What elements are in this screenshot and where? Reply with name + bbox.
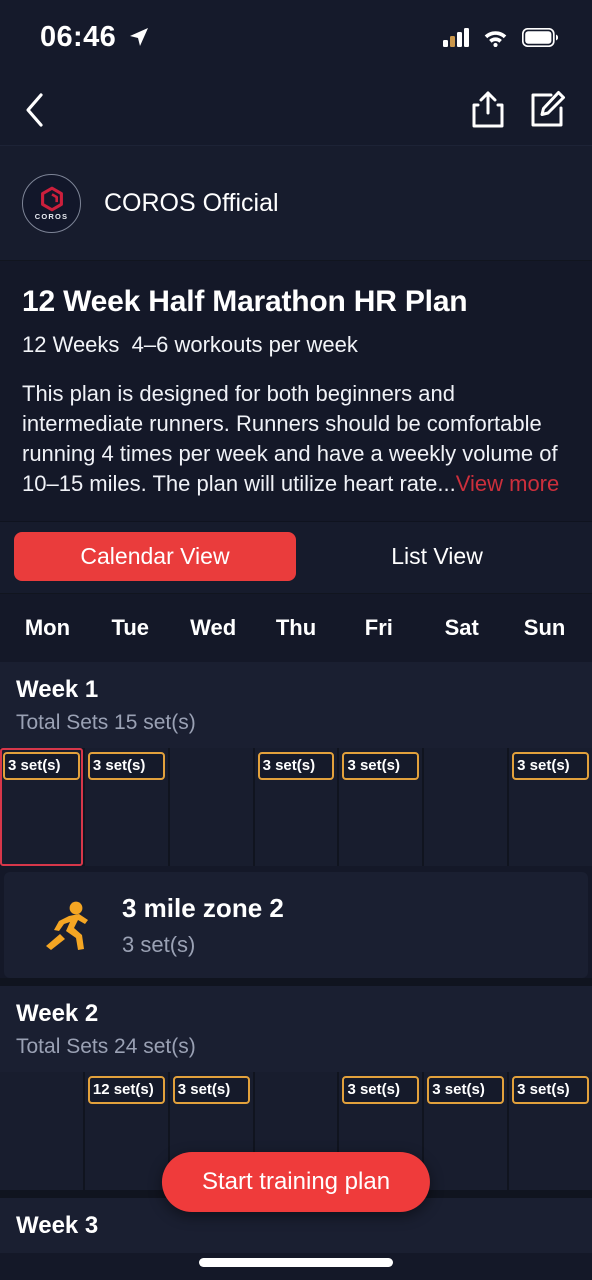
page-title: 12 Week Half Marathon HR Plan bbox=[22, 285, 468, 318]
tab-list-view[interactable]: List View bbox=[296, 532, 578, 581]
back-button[interactable] bbox=[22, 90, 48, 130]
share-icon bbox=[472, 91, 504, 127]
workout-title: 3 mile zone 2 bbox=[122, 892, 284, 923]
sets-badge: 3 set(s) bbox=[512, 1076, 590, 1104]
week-1-header: Week 1 Total Sets 15 set(s) bbox=[0, 662, 592, 748]
workout-sets: 3 set(s) bbox=[122, 931, 196, 957]
view-more-link[interactable]: View more bbox=[456, 471, 560, 496]
wifi-icon bbox=[484, 31, 507, 47]
sets-badge: 3 set(s) bbox=[87, 752, 165, 780]
app-screen: 06:46 COROS COROS Official 12 Week Half … bbox=[0, 0, 592, 1280]
sets-badge: 3 set(s) bbox=[342, 1076, 420, 1104]
sets-badge: 3 set(s) bbox=[257, 752, 335, 780]
author-name: COROS Official bbox=[104, 188, 279, 217]
sets-badge: 3 set(s) bbox=[172, 1076, 250, 1104]
avatar: COROS bbox=[22, 173, 81, 233]
chevron-left-icon bbox=[26, 92, 43, 127]
weekday-tue: Tue bbox=[111, 615, 150, 640]
day-cell-tue-w1[interactable]: 3 set(s) bbox=[84, 748, 168, 866]
week-1-day-grid: 3 set(s) 3 set(s) 3 set(s) 3 set(s) 3 se… bbox=[0, 748, 592, 866]
section-divider bbox=[0, 978, 592, 986]
edit-button[interactable] bbox=[528, 90, 566, 130]
plan-duration: 12 Weeks bbox=[22, 332, 120, 357]
weekday-wed: Wed bbox=[190, 615, 237, 640]
day-cell-sun-w1[interactable]: 3 set(s) bbox=[509, 748, 592, 866]
sets-badge: 3 set(s) bbox=[512, 752, 590, 780]
plan-meta: 12 Weeks 4–6 workouts per week bbox=[22, 332, 570, 358]
day-cell-tue-w2[interactable]: 12 set(s) bbox=[84, 1072, 168, 1190]
day-cell-sun-w2[interactable]: 3 set(s) bbox=[509, 1072, 592, 1190]
week-block-1: Week 1 Total Sets 15 set(s) 3 set(s) 3 s… bbox=[0, 662, 592, 978]
day-cell-mon-w1[interactable]: 3 set(s) bbox=[0, 748, 83, 866]
weekday-sun: Sun bbox=[523, 615, 566, 640]
plan-description-wrap: This plan is designed for both beginners… bbox=[22, 379, 570, 499]
sets-badge: 12 set(s) bbox=[87, 1076, 165, 1104]
day-cell-wed-w1[interactable] bbox=[169, 748, 253, 866]
status-bar-right bbox=[443, 27, 558, 47]
share-button[interactable] bbox=[470, 90, 506, 130]
avatar-logo-text: COROS bbox=[34, 211, 69, 221]
edit-compose-icon bbox=[531, 90, 565, 126]
coros-hex-logo-icon bbox=[40, 186, 63, 212]
tab-calendar-view[interactable]: Calendar View bbox=[14, 532, 296, 581]
status-bar: 06:46 bbox=[0, 0, 592, 74]
view-tabs: Calendar View List View bbox=[0, 522, 592, 594]
plan-info: 12 Week Half Marathon HR Plan 12 Weeks 4… bbox=[0, 261, 592, 522]
nav-bar bbox=[0, 74, 592, 146]
sets-badge: 3 set(s) bbox=[342, 752, 420, 780]
day-cell-fri-w1[interactable]: 3 set(s) bbox=[339, 748, 423, 866]
week-1-total-sets: Total Sets 15 set(s) bbox=[16, 711, 196, 734]
plan-frequency: 4–6 workouts per week bbox=[131, 332, 358, 357]
week-3-title: Week 3 bbox=[16, 1212, 99, 1239]
status-time: 06:46 bbox=[40, 20, 117, 53]
nav-actions bbox=[470, 90, 566, 130]
week-2-header: Week 2 Total Sets 24 set(s) bbox=[0, 986, 592, 1072]
sets-badge: 3 set(s) bbox=[427, 1076, 505, 1104]
day-cell-thu-w1[interactable]: 3 set(s) bbox=[254, 748, 338, 866]
weekday-fri: Fri bbox=[364, 615, 393, 640]
battery-full-icon bbox=[522, 27, 558, 47]
status-bar-left: 06:46 bbox=[40, 21, 151, 54]
author-row[interactable]: COROS COROS Official bbox=[0, 146, 592, 261]
weekday-header: Mon Tue Wed Thu Fri Sat Sun bbox=[0, 594, 592, 662]
workout-detail-card[interactable]: 3 mile zone 2 3 set(s) bbox=[4, 872, 588, 978]
home-indicator[interactable] bbox=[199, 1258, 393, 1267]
weekday-thu: Thu bbox=[275, 615, 317, 640]
day-cell-mon-w2[interactable] bbox=[0, 1072, 83, 1190]
weekday-sat: Sat bbox=[444, 615, 479, 640]
running-person-icon bbox=[46, 901, 88, 950]
start-training-plan-button[interactable]: Start training plan bbox=[161, 1152, 431, 1212]
workout-text: 3 mile zone 2 3 set(s) bbox=[122, 893, 284, 958]
location-arrow-icon bbox=[130, 28, 149, 46]
weekday-mon: Mon bbox=[24, 615, 71, 640]
sets-badge: 3 set(s) bbox=[3, 752, 80, 780]
day-cell-sat-w1[interactable] bbox=[424, 748, 508, 866]
week-1-title: Week 1 bbox=[16, 676, 99, 703]
week-2-total-sets: Total Sets 24 set(s) bbox=[16, 1035, 196, 1058]
day-cell-sat-w2[interactable]: 3 set(s) bbox=[424, 1072, 508, 1190]
cellular-signal-icon bbox=[443, 27, 469, 47]
week-2-title: Week 2 bbox=[16, 1000, 99, 1027]
